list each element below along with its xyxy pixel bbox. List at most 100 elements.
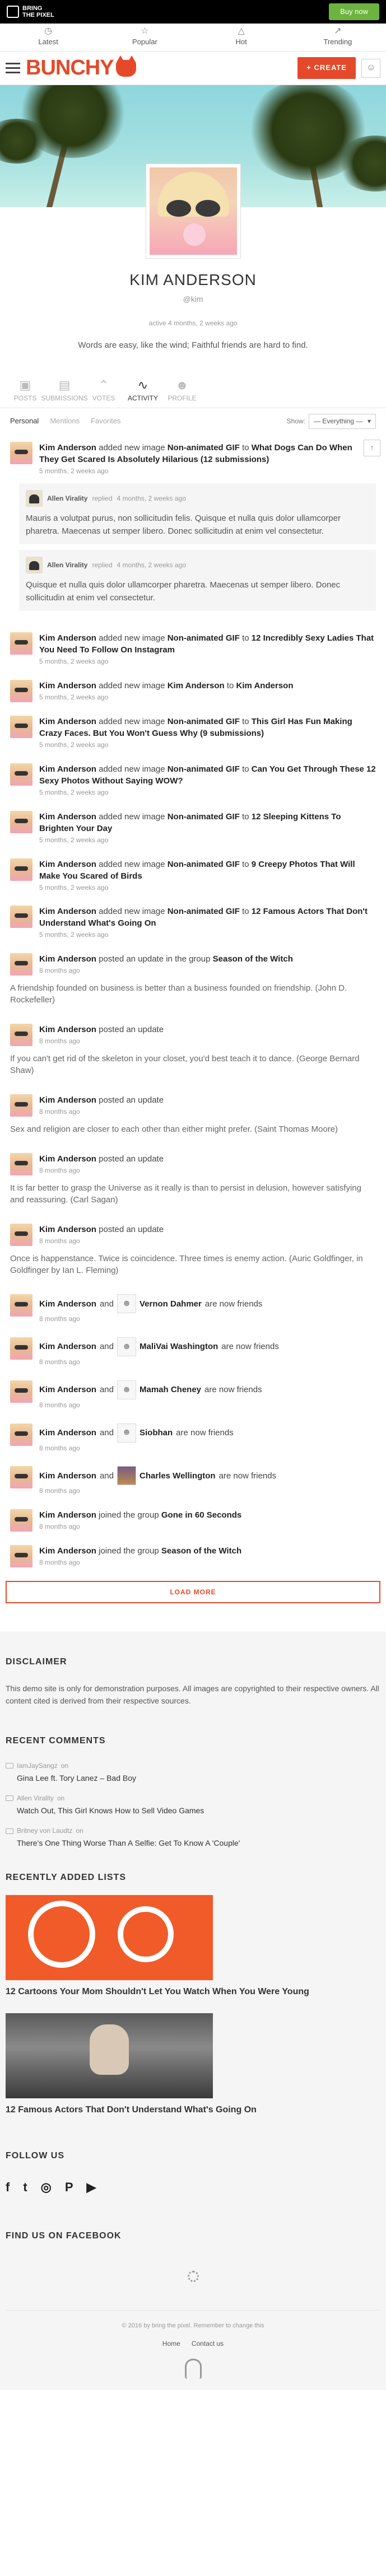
tab-activity[interactable]: ∿ ACTIVITY <box>123 379 162 408</box>
comment-author[interactable]: Allen Virality <box>47 561 87 570</box>
activity-user[interactable]: Kim Anderson <box>39 1470 96 1482</box>
user-icon[interactable]: ☺ <box>361 58 380 78</box>
avatar[interactable] <box>10 1224 32 1247</box>
activity-group[interactable]: Season of the Witch <box>213 954 293 964</box>
activity-target[interactable]: Kim Anderson <box>236 681 294 690</box>
avatar[interactable] <box>26 557 43 574</box>
scroll-up-button[interactable]: ↑ <box>364 439 380 456</box>
friend-avatar[interactable]: ☻ <box>117 1423 136 1443</box>
activity-image[interactable]: Non-animated GIF <box>168 907 240 916</box>
activity-image[interactable]: Non-animated GIF <box>168 812 240 822</box>
tab-submissions[interactable]: ▤ SUBMISSIONS <box>41 379 87 408</box>
activity-friend[interactable]: Charles Wellington <box>139 1470 216 1482</box>
footer-link-home[interactable]: Home <box>162 2339 180 2349</box>
friend-avatar[interactable]: ☻ <box>117 1380 136 1399</box>
activity-friend[interactable]: MaliVai Washington <box>139 1341 218 1352</box>
activity-user[interactable]: Kim Anderson <box>39 681 96 690</box>
tab-votes[interactable]: ⌃ VOTES <box>84 379 123 408</box>
quick-tab-popular[interactable]: ☆ Popular <box>96 24 193 51</box>
avatar[interactable] <box>10 1337 32 1360</box>
activity-user[interactable]: Kim Anderson <box>39 1427 96 1439</box>
friend-avatar[interactable]: ☻ <box>117 1337 136 1356</box>
activity-user[interactable]: Kim Anderson <box>39 1298 96 1310</box>
activity-image[interactable]: Kim Anderson <box>168 681 225 690</box>
activity-image[interactable]: Non-animated GIF <box>168 443 240 452</box>
footer-link-contact[interactable]: Contact us <box>192 2339 224 2349</box>
avatar[interactable] <box>10 1380 32 1403</box>
avatar[interactable] <box>10 953 32 976</box>
activity-user[interactable]: Kim Anderson <box>39 954 96 964</box>
recent-comment-post[interactable]: There's One Thing Worse Than A Selfie: G… <box>6 1838 380 1849</box>
activity-user[interactable]: Kim Anderson <box>39 812 96 822</box>
comment-author[interactable]: Allen Virality <box>47 494 87 503</box>
tab-posts[interactable]: ▣ POSTS <box>6 379 45 408</box>
avatar[interactable] <box>10 1024 32 1047</box>
instagram-icon[interactable]: ◎ <box>41 2179 52 2196</box>
tab-profile[interactable]: ☻ PROFILE <box>162 379 202 408</box>
activity-image[interactable]: Non-animated GIF <box>168 717 240 726</box>
activity-user[interactable]: Kim Anderson <box>39 1095 96 1105</box>
activity-user[interactable]: Kim Anderson <box>39 860 96 869</box>
avatar[interactable] <box>10 858 32 881</box>
avatar[interactable] <box>10 680 32 703</box>
youtube-icon[interactable]: ▶ <box>87 2179 96 2196</box>
friend-avatar[interactable] <box>117 1466 136 1486</box>
quick-tab-latest[interactable]: ◷ Latest <box>0 24 96 51</box>
activity-image[interactable]: Non-animated GIF <box>168 633 240 643</box>
avatar[interactable] <box>10 441 32 464</box>
activity-user[interactable]: Kim Anderson <box>39 443 96 452</box>
activity-user[interactable]: Kim Anderson <box>39 1510 96 1520</box>
subtab-mentions[interactable]: Mentions <box>50 416 80 426</box>
recent-comment-author[interactable]: Allen Virality <box>17 1794 54 1803</box>
profile-avatar[interactable] <box>145 164 241 259</box>
avatar[interactable] <box>10 1466 32 1489</box>
recent-comment-post[interactable]: Watch Out, This Girl Knows How to Sell V… <box>6 1805 380 1817</box>
list-title[interactable]: 12 Cartoons Your Mom Shouldn't Let You W… <box>6 1986 380 1998</box>
avatar[interactable] <box>10 1509 32 1532</box>
promo-logo[interactable]: BRING THE PIXEL <box>7 5 54 18</box>
activity-user[interactable]: Kim Anderson <box>39 1546 96 1556</box>
activity-user[interactable]: Kim Anderson <box>39 1384 96 1396</box>
activity-user[interactable]: Kim Anderson <box>39 1225 96 1234</box>
activity-friend[interactable]: Siobhan <box>139 1427 173 1439</box>
activity-user[interactable]: Kim Anderson <box>39 1154 96 1164</box>
activity-group[interactable]: Gone in 60 Seconds <box>161 1510 241 1520</box>
activity-user[interactable]: Kim Anderson <box>39 1341 96 1352</box>
buy-now-button[interactable]: Buy now <box>329 3 379 21</box>
avatar[interactable] <box>10 632 32 655</box>
activity-user[interactable]: Kim Anderson <box>39 764 96 774</box>
list-title[interactable]: 12 Famous Actors That Don't Understand W… <box>6 2104 380 2116</box>
load-more-button[interactable]: LOAD MORE <box>6 1581 380 1604</box>
avatar[interactable] <box>10 906 32 928</box>
pinterest-icon[interactable]: P <box>65 2179 73 2196</box>
avatar[interactable] <box>10 763 32 786</box>
activity-user[interactable]: Kim Anderson <box>39 717 96 726</box>
activity-friend[interactable]: Mamah Cheney <box>139 1384 201 1396</box>
activity-user[interactable]: Kim Anderson <box>39 907 96 916</box>
avatar[interactable] <box>10 1294 32 1317</box>
brand-logo[interactable]: BUNCHY <box>26 53 136 83</box>
menu-icon[interactable] <box>6 63 20 73</box>
recent-comment-author[interactable]: IamJaySangz <box>17 1761 58 1771</box>
quick-tab-trending[interactable]: ↗ Trending <box>290 24 386 51</box>
activity-friend[interactable]: Vernon Dahmer <box>139 1298 202 1310</box>
activity-user[interactable]: Kim Anderson <box>39 1025 96 1034</box>
avatar[interactable] <box>10 1153 32 1176</box>
friend-avatar[interactable]: ☻ <box>117 1294 136 1314</box>
avatar[interactable] <box>26 490 43 507</box>
avatar[interactable] <box>10 1094 32 1117</box>
activity-user[interactable]: Kim Anderson <box>39 633 96 643</box>
list-thumbnail[interactable] <box>6 2013 213 2098</box>
avatar[interactable] <box>10 716 32 739</box>
twitter-icon[interactable]: t <box>23 2179 27 2196</box>
recent-comment-author[interactable]: Britney von Laudtz <box>17 1826 72 1836</box>
recent-comment-post[interactable]: Gina Lee ft. Tory Lanez – Bad Boy <box>6 1773 380 1784</box>
facebook-icon[interactable]: f <box>6 2179 10 2196</box>
avatar[interactable] <box>10 810 32 833</box>
list-thumbnail[interactable] <box>6 1895 213 1981</box>
avatar[interactable] <box>10 1545 32 1568</box>
activity-group[interactable]: Season of the Witch <box>161 1546 241 1556</box>
subtab-favorites[interactable]: Favorites <box>91 416 120 426</box>
quick-tab-hot[interactable]: △ Hot <box>193 24 290 51</box>
subtab-personal[interactable]: Personal <box>10 416 39 426</box>
